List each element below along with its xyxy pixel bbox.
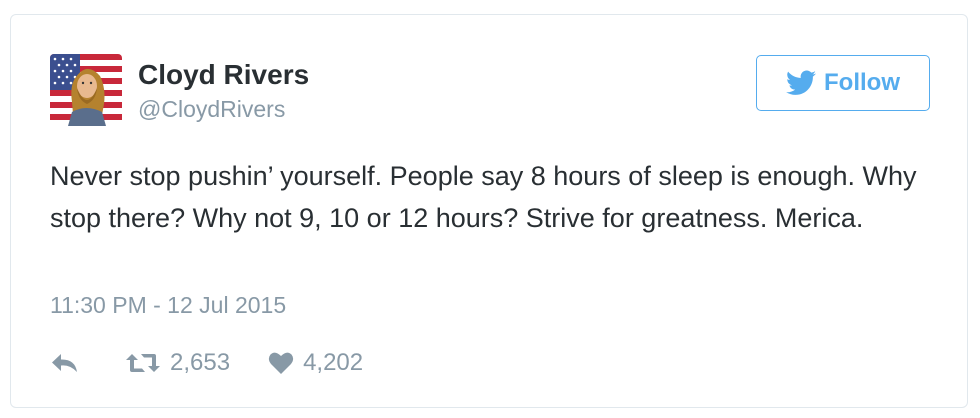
tweet-timestamp[interactable]: 11:30 PM - 12 Jul 2015 [50,290,286,320]
tweet-actions: 2,653 4,202 [50,345,363,381]
reply-icon [52,354,77,372]
flag-portrait-avatar-icon [50,54,122,126]
retweet-icon [126,354,160,372]
heart-icon [268,352,294,374]
avatar[interactable] [50,54,122,126]
author-handle[interactable]: @CloydRivers [138,95,285,123]
like-count: 4,202 [303,349,364,376]
follow-button-label: Follow [824,69,900,96]
tweet-card: Cloyd Rivers @CloydRivers Follow Never s… [10,14,968,408]
retweet-button[interactable]: 2,653 [125,349,230,377]
twitter-bird-icon [786,70,816,95]
author-display-name[interactable]: Cloyd Rivers [138,58,309,92]
follow-button[interactable]: Follow [756,55,930,111]
reply-button[interactable] [50,351,80,375]
like-button[interactable]: 4,202 [268,349,363,377]
tweet-text: Never stop pushin’ yourself. People say … [50,161,917,233]
retweet-count: 2,653 [170,349,231,376]
